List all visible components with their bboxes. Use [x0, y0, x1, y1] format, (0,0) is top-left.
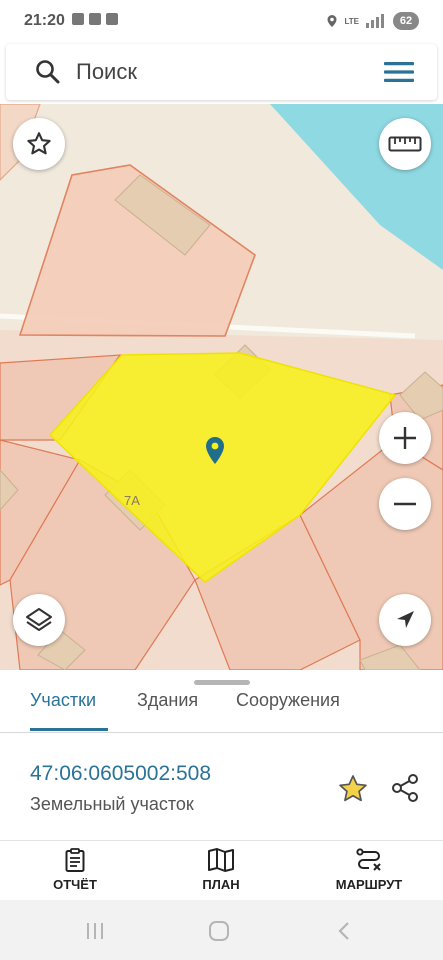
- minus-icon: [394, 502, 416, 506]
- house-number-label: 7А: [124, 493, 140, 508]
- search-icon[interactable]: [34, 58, 62, 86]
- system-navigation-bar: [0, 900, 443, 960]
- network-type: LTE: [344, 16, 359, 26]
- my-location-button[interactable]: [379, 594, 431, 646]
- battery-indicator: 62: [393, 12, 419, 30]
- ruler-button[interactable]: [379, 118, 431, 170]
- favorite-star-icon[interactable]: [336, 772, 370, 806]
- shield-notification-icon: [89, 13, 101, 25]
- tab-parcels[interactable]: Участки: [30, 690, 96, 723]
- search-bar: [6, 44, 437, 100]
- nav-route[interactable]: МАРШРУТ: [314, 847, 424, 892]
- star-outline-icon: [27, 132, 51, 155]
- home-icon[interactable]: [209, 921, 229, 941]
- cloud-notification-icon: [106, 13, 118, 25]
- signal-icon: [366, 14, 384, 28]
- layers-button[interactable]: [13, 594, 65, 646]
- map-view[interactable]: 7А: [0, 104, 443, 670]
- active-tab-indicator: [30, 728, 108, 731]
- zoom-in-button[interactable]: [379, 412, 431, 464]
- status-bar: 21:20 LTE 62: [0, 0, 443, 44]
- nav-plan-label: ПЛАН: [202, 877, 240, 892]
- plus-icon: [394, 427, 416, 449]
- map-canvas[interactable]: [0, 104, 443, 670]
- share-icon[interactable]: [388, 771, 422, 805]
- recent-apps-icon[interactable]: [87, 923, 103, 939]
- back-icon[interactable]: [338, 922, 349, 940]
- favorites-button[interactable]: [13, 118, 65, 170]
- object-tabs: Участки Здания Сооружения: [0, 684, 443, 732]
- zoom-out-button[interactable]: [379, 478, 431, 530]
- notification-icons: [72, 13, 118, 25]
- map-plan-icon: [208, 848, 234, 872]
- navigation-arrow-icon: [397, 611, 414, 628]
- report-icon: [65, 848, 85, 872]
- layers-icon: [26, 608, 52, 631]
- tab-buildings[interactable]: Здания: [137, 690, 198, 723]
- search-input[interactable]: [76, 52, 366, 92]
- menu-icon[interactable]: [383, 58, 415, 86]
- tab-structures[interactable]: Сооружения: [236, 690, 340, 723]
- mail-notification-icon: [72, 13, 84, 25]
- nav-route-label: МАРШРУТ: [335, 877, 403, 892]
- nav-report[interactable]: ОТЧЁТ: [20, 847, 130, 892]
- location-status-icon: [327, 15, 337, 27]
- status-right: LTE 62: [326, 12, 419, 30]
- route-icon: [356, 848, 381, 871]
- info-sheet: Участки Здания Сооружения 47:06:0605002:…: [0, 670, 443, 900]
- parcel-cadastral-number[interactable]: 47:06:0605002:508: [30, 762, 211, 786]
- status-time: 21:20: [24, 12, 65, 29]
- bottom-navigation: ОТЧЁТ ПЛАН МАРШРУТ: [0, 841, 443, 900]
- divider: [0, 732, 443, 733]
- nav-plan[interactable]: ПЛАН: [166, 847, 276, 892]
- system-nav-buttons: [87, 921, 349, 941]
- nav-report-label: ОТЧЁТ: [53, 877, 97, 892]
- parcel-type: Земельный участок: [30, 794, 194, 814]
- ruler-icon: [388, 136, 422, 152]
